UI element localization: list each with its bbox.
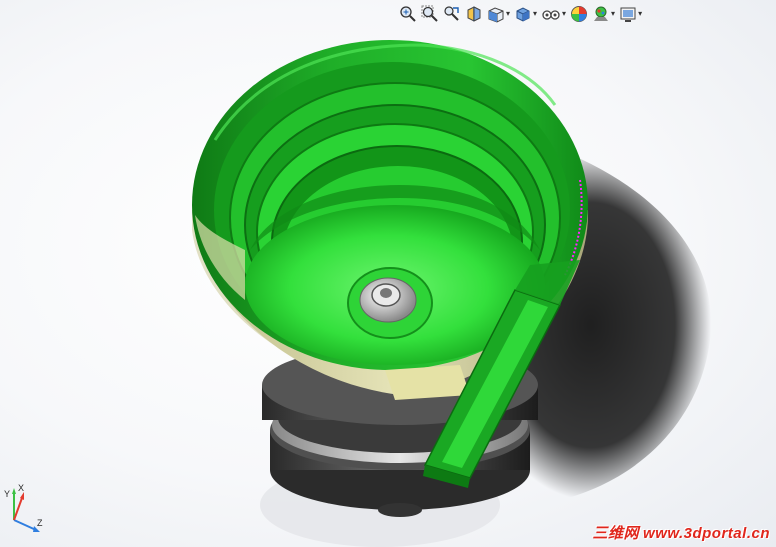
center-bolt <box>347 267 433 339</box>
chevron-down-icon: ▾ <box>506 9 511 18</box>
coordinate-triad: Y X Z <box>4 483 43 532</box>
heads-up-view-toolbar: ▾ ▾ ▾ ▾ ▾ <box>398 3 643 25</box>
apply-scene-icon <box>594 6 609 21</box>
zoom-to-fit-button[interactable] <box>398 4 418 24</box>
previous-view-icon <box>444 6 459 21</box>
previous-view-button[interactable] <box>442 4 462 24</box>
watermark: 三维网 www.3dportal.cn <box>593 522 770 543</box>
apply-scene-button[interactable]: ▾ <box>591 4 616 24</box>
edit-appearance-icon <box>571 6 588 22</box>
chevron-down-icon: ▾ <box>638 9 643 18</box>
chevron-down-icon: ▾ <box>611 9 616 18</box>
display-style-button[interactable]: ▾ <box>513 4 538 24</box>
triad-y-label: Y <box>4 489 10 499</box>
display-style-icon <box>516 7 530 22</box>
triad-z-label: Z <box>37 518 43 528</box>
view-orientation-button[interactable]: ▾ <box>486 4 511 24</box>
hide-show-items-icon <box>542 10 560 20</box>
chevron-down-icon: ▾ <box>533 9 538 18</box>
watermark-url-text: www.3dportal.cn <box>643 525 770 542</box>
view-settings-button[interactable]: ▾ <box>618 4 643 24</box>
zoom-to-area-icon <box>421 5 438 22</box>
triad-x-label: X <box>18 483 24 493</box>
hide-show-items-button[interactable]: ▾ <box>540 4 567 24</box>
chevron-down-icon: ▾ <box>562 9 567 18</box>
edit-appearance-button[interactable] <box>569 4 589 24</box>
section-view-icon <box>467 6 481 22</box>
view-orientation-icon <box>488 7 504 23</box>
zoom-to-area-button[interactable] <box>420 4 440 24</box>
vibratory-bowl-feeder-model[interactable] <box>0 0 776 547</box>
zoom-to-fit-icon <box>400 6 416 22</box>
section-view-button[interactable] <box>464 4 484 24</box>
watermark-cn-text: 三维网 <box>592 525 640 542</box>
graphics-viewport[interactable]: ▾ ▾ ▾ ▾ ▾ Y X Z 三维网 www.3dportal.cn <box>0 0 776 547</box>
view-settings-icon <box>620 7 636 22</box>
